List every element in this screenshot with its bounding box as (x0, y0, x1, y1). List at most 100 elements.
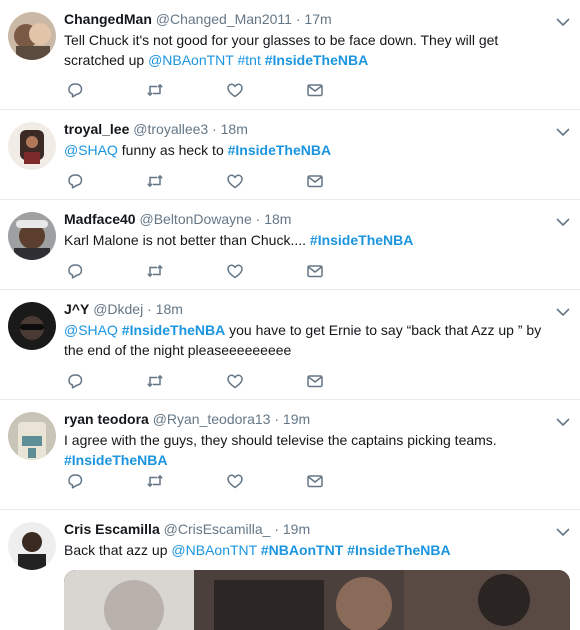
heart-icon[interactable] (226, 261, 306, 281)
tweet[interactable]: troyal_lee @troyallee3 · 18m @SHAQ funny… (0, 110, 580, 200)
reply-icon[interactable] (66, 171, 146, 191)
tweet[interactable]: ryan teodora @Ryan_teodora13 · 19m I agr… (0, 400, 580, 510)
retweet-icon[interactable] (146, 171, 226, 191)
tweet-body: troyal_lee @troyallee3 · 18m @SHAQ funny… (64, 120, 550, 160)
tweet-time[interactable]: 19m (283, 411, 310, 427)
mention-link[interactable]: @SHAQ (64, 142, 118, 158)
tweet-body: Madface40 @BeltonDowayne · 18m Karl Malo… (64, 210, 550, 250)
heart-icon[interactable] (226, 80, 306, 100)
tweet-text: Back that azz up @NBAonTNT #NBAonTNT #In… (64, 540, 550, 560)
tweet-header: ryan teodora @Ryan_teodora13 · 19m (64, 410, 550, 428)
tweet[interactable]: Cris Escamilla @CrisEscamilla_ · 19m Bac… (0, 510, 580, 630)
hashtag-link[interactable]: #tnt (237, 52, 260, 68)
tweet-media-image[interactable] (64, 570, 570, 630)
tweet-text-segment: funny as heck to (117, 142, 228, 158)
user-handle[interactable]: @BeltonDowayne (139, 211, 251, 227)
user-handle[interactable]: @Ryan_teodora13 (153, 411, 271, 427)
hashtag-link[interactable]: #InsideTheNBA (228, 142, 331, 158)
separator-dot: · (295, 11, 301, 27)
user-name[interactable]: troyal_lee (64, 121, 129, 137)
user-name[interactable]: ryan teodora (64, 411, 149, 427)
user-handle[interactable]: @CrisEscamilla_ (164, 521, 271, 537)
tweet-actions (66, 371, 386, 391)
avatar[interactable] (8, 12, 56, 60)
separator-dot: · (274, 411, 280, 427)
avatar[interactable] (8, 412, 56, 460)
chevron-down-icon[interactable] (556, 14, 570, 27)
tweet[interactable]: J^Y @Dkdej · 18m @SHAQ #InsideTheNBA you… (0, 290, 580, 400)
chevron-down-icon[interactable] (556, 214, 570, 227)
user-handle[interactable]: @Changed_Man2011 (156, 11, 292, 27)
tweet-body: ChangedMan @Changed_Man2011 · 17m Tell C… (64, 10, 550, 70)
tweet-body: J^Y @Dkdej · 18m @SHAQ #InsideTheNBA you… (64, 300, 550, 360)
tweet-header: troyal_lee @troyallee3 · 18m (64, 120, 550, 138)
hashtag-link[interactable]: #InsideTheNBA (64, 452, 167, 468)
tweet-header: ChangedMan @Changed_Man2011 · 17m (64, 10, 550, 28)
envelope-icon[interactable] (306, 171, 386, 191)
mention-link[interactable]: @NBAonTNT (171, 542, 257, 558)
avatar[interactable] (8, 522, 56, 570)
retweet-icon[interactable] (146, 471, 226, 491)
user-name[interactable]: ChangedMan (64, 11, 152, 27)
user-name[interactable]: Cris Escamilla (64, 521, 160, 537)
tweet-actions (66, 261, 386, 281)
reply-icon[interactable] (66, 261, 146, 281)
retweet-icon[interactable] (146, 261, 226, 281)
tweet-text-segment: Karl Malone is not better than Chuck.... (64, 232, 310, 248)
envelope-icon[interactable] (306, 80, 386, 100)
tweet-time[interactable]: 18m (156, 301, 183, 317)
tweet-body: Cris Escamilla @CrisEscamilla_ · 19m Bac… (64, 520, 550, 560)
avatar[interactable] (8, 302, 56, 350)
hashtag-link[interactable]: #InsideTheNBA (347, 542, 450, 558)
hashtag-link[interactable]: #InsideTheNBA (265, 52, 368, 68)
separator-dot: · (147, 301, 152, 317)
tweet-actions (66, 80, 386, 100)
reply-icon[interactable] (66, 471, 146, 491)
chevron-down-icon[interactable] (556, 304, 570, 317)
user-handle[interactable]: @troyallee3 (133, 121, 208, 137)
envelope-icon[interactable] (306, 261, 386, 281)
envelope-icon[interactable] (306, 471, 386, 491)
tweet[interactable]: ChangedMan @Changed_Man2011 · 17m Tell C… (0, 0, 580, 110)
tweet-text-segment: I agree with the guys, they should telev… (64, 432, 497, 448)
user-name[interactable]: J^Y (64, 301, 89, 317)
tweet-body: ryan teodora @Ryan_teodora13 · 19m I agr… (64, 410, 550, 470)
chevron-down-icon[interactable] (556, 524, 570, 537)
mention-link[interactable]: @NBAonTNT (148, 52, 234, 68)
retweet-icon[interactable] (146, 80, 226, 100)
chevron-down-icon[interactable] (556, 414, 570, 427)
heart-icon[interactable] (226, 171, 306, 191)
hashtag-link[interactable]: #NBAonTNT (261, 542, 343, 558)
tweet-text: @SHAQ funny as heck to #InsideTheNBA (64, 140, 550, 160)
tweet-feed: ChangedMan @Changed_Man2011 · 17m Tell C… (0, 0, 580, 630)
hashtag-link[interactable]: #InsideTheNBA (310, 232, 413, 248)
tweet-time[interactable]: 18m (221, 121, 248, 137)
tweet-header: J^Y @Dkdej · 18m (64, 300, 550, 318)
avatar[interactable] (8, 212, 56, 260)
tweet-text: @SHAQ #InsideTheNBA you have to get Erni… (64, 320, 550, 360)
avatar[interactable] (8, 122, 56, 170)
chevron-down-icon[interactable] (556, 124, 570, 137)
separator-dot: · (274, 521, 279, 537)
separator-dot: · (255, 211, 261, 227)
hashtag-link[interactable]: #InsideTheNBA (122, 322, 225, 338)
heart-icon[interactable] (226, 471, 306, 491)
mention-link[interactable]: @SHAQ (64, 322, 118, 338)
tweet-actions (66, 171, 386, 191)
retweet-icon[interactable] (146, 371, 226, 391)
tweet-text: Karl Malone is not better than Chuck....… (64, 230, 550, 250)
tweet-time[interactable]: 19m (283, 521, 310, 537)
tweet-header: Madface40 @BeltonDowayne · 18m (64, 210, 550, 228)
tweet[interactable]: Madface40 @BeltonDowayne · 18m Karl Malo… (0, 200, 580, 290)
reply-icon[interactable] (66, 80, 146, 100)
user-handle[interactable]: @Dkdej (93, 301, 143, 317)
tweet-header: Cris Escamilla @CrisEscamilla_ · 19m (64, 520, 550, 538)
tweet-time[interactable]: 18m (264, 211, 291, 227)
tweet-text: I agree with the guys, they should telev… (64, 430, 550, 470)
reply-icon[interactable] (66, 371, 146, 391)
user-name[interactable]: Madface40 (64, 211, 136, 227)
tweet-time[interactable]: 17m (304, 11, 331, 27)
tweet-text: Tell Chuck it's not good for your glasse… (64, 30, 550, 70)
heart-icon[interactable] (226, 371, 306, 391)
envelope-icon[interactable] (306, 371, 386, 391)
